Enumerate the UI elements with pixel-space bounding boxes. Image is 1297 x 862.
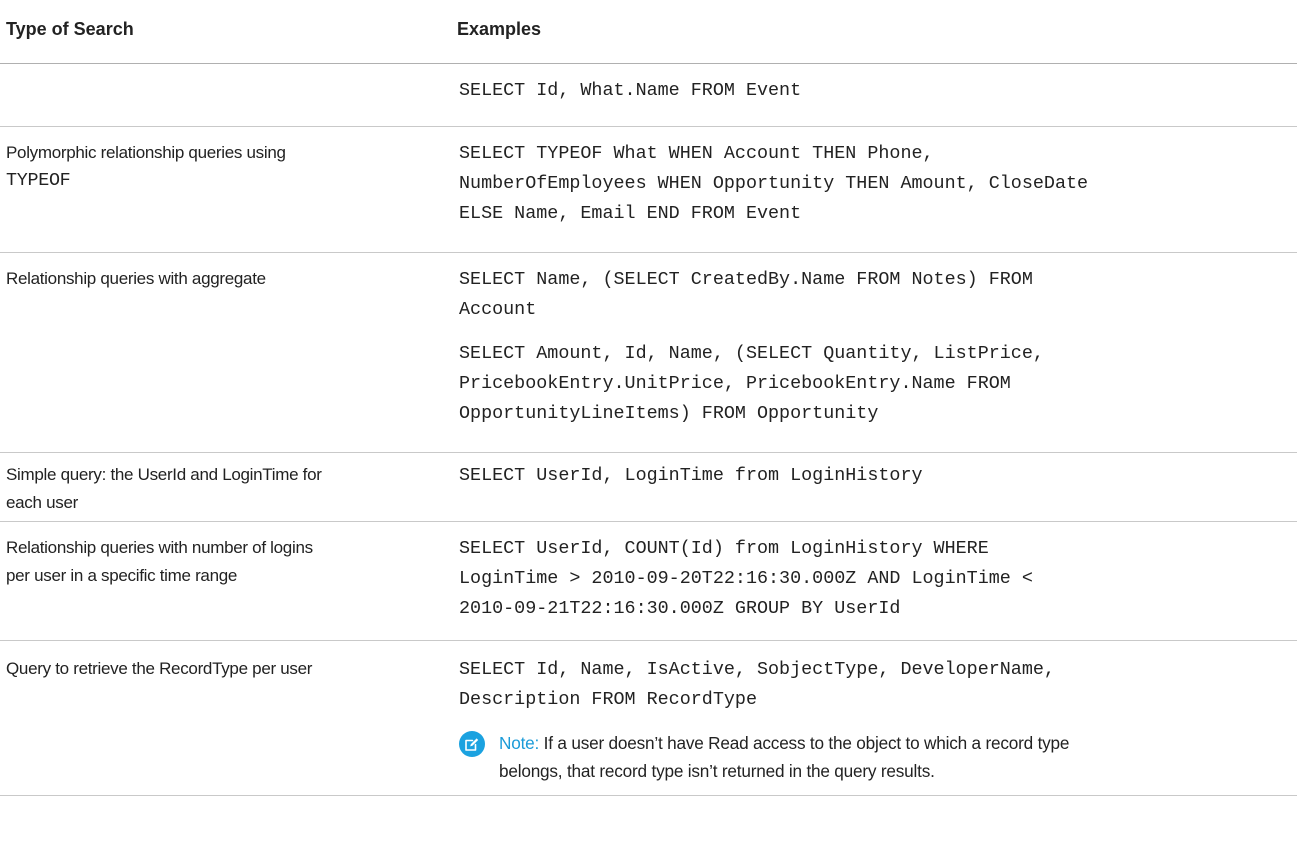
edit-note-icon: [459, 731, 485, 757]
type-text: Relationship queries with number of logi…: [6, 538, 313, 557]
code-line: Account: [459, 299, 537, 320]
code-line: LoginTime > 2010-09-20T22:16:30.000Z AND…: [459, 568, 1033, 589]
note-callout: Note: If a user doesn’t have Read access…: [459, 729, 1259, 785]
table-header-row: Type of Search Examples: [0, 0, 1297, 64]
examples-cell: SELECT Name, (SELECT CreatedBy.Name FROM…: [459, 265, 1297, 429]
soql-examples-table: Type of Search Examples SELECT Id, What.…: [0, 0, 1297, 796]
code-line: OpportunityLineItems) FROM Opportunity: [459, 403, 879, 424]
code-line: SELECT Name, (SELECT CreatedBy.Name FROM…: [459, 269, 1033, 290]
type-text: Polymorphic relationship queries using: [6, 143, 286, 162]
header-examples: Examples: [457, 19, 542, 39]
code-line: NumberOfEmployees WHEN Opportunity THEN …: [459, 173, 1089, 194]
examples-cell: SELECT Id, What.Name FROM Event: [459, 76, 1297, 106]
code-line: SELECT UserId, LoginTime from LoginHisto…: [459, 465, 923, 486]
type-cell: Polymorphic relationship queries using T…: [6, 139, 446, 195]
note-line: belongs, that record type isn’t returned…: [499, 761, 935, 781]
table-row: Relationship queries with number of logi…: [0, 522, 1297, 641]
code-line: SELECT Id, Name, IsActive, SobjectType, …: [459, 659, 1055, 680]
type-cell: Relationship queries with number of logi…: [6, 534, 446, 590]
code-line: 2010-09-21T22:16:30.000Z GROUP BY UserId: [459, 598, 901, 619]
table-row: Simple query: the UserId and LoginTime f…: [0, 453, 1297, 522]
type-text: per user in a specific time range: [6, 566, 238, 585]
table-row: Polymorphic relationship queries using T…: [0, 127, 1297, 253]
code-line: SELECT UserId, COUNT(Id) from LoginHisto…: [459, 538, 989, 559]
type-text: Simple query: the UserId and LoginTime f…: [6, 465, 322, 484]
table-row: Relationship queries with aggregate SELE…: [0, 253, 1297, 453]
examples-cell: SELECT TYPEOF What WHEN Account THEN Pho…: [459, 139, 1297, 229]
note-label: Note:: [499, 733, 540, 753]
code-line: SELECT Amount, Id, Name, (SELECT Quantit…: [459, 343, 1044, 364]
table-row: Query to retrieve the RecordType per use…: [0, 641, 1297, 796]
type-cell: Query to retrieve the RecordType per use…: [6, 655, 446, 683]
note-text: Note: If a user doesn’t have Read access…: [499, 729, 1259, 785]
examples-cell: SELECT UserId, COUNT(Id) from LoginHisto…: [459, 534, 1297, 624]
table-row: SELECT Id, What.Name FROM Event: [0, 64, 1297, 127]
examples-cell: SELECT Id, Name, IsActive, SobjectType, …: [459, 655, 1297, 715]
code-line: ELSE Name, Email END FROM Event: [459, 203, 802, 224]
note-line: If a user doesn’t have Read access to th…: [543, 733, 1070, 753]
code-line: SELECT TYPEOF What WHEN Account THEN Pho…: [459, 143, 934, 164]
examples-cell: SELECT UserId, LoginTime from LoginHisto…: [459, 461, 1297, 491]
type-inline-code: TYPEOF: [6, 170, 71, 191]
type-text: Query to retrieve the RecordType per use…: [6, 659, 313, 678]
type-cell: Simple query: the UserId and LoginTime f…: [6, 461, 446, 517]
code-line: SELECT Id, What.Name FROM Event: [459, 80, 802, 101]
type-cell: Relationship queries with aggregate: [6, 265, 446, 293]
type-text: each user: [6, 493, 78, 512]
code-line: PricebookEntry.UnitPrice, PricebookEntry…: [459, 373, 1011, 394]
type-text: Relationship queries with aggregate: [6, 269, 266, 288]
header-type-of-search: Type of Search: [6, 19, 134, 39]
code-line: Description FROM RecordType: [459, 689, 757, 710]
